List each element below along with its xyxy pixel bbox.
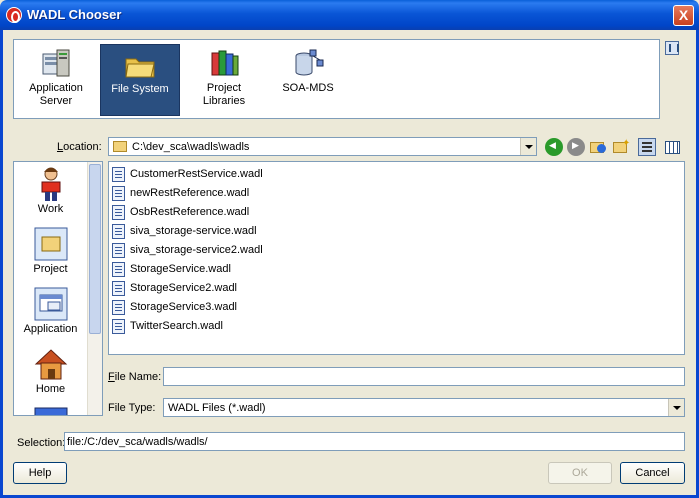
file-name: siva_storage-service2.wadl (130, 244, 263, 256)
panel-toggle-icon[interactable] (665, 41, 679, 55)
shortcut-more[interactable] (14, 406, 87, 415)
shortcut-application[interactable]: Application (14, 286, 87, 335)
file-name: CustomerRestService.wadl (130, 168, 263, 180)
wadl-file-icon (112, 186, 125, 201)
category-label: SOA-MDS (282, 82, 334, 94)
ok-button[interactable]: OK (548, 462, 612, 484)
category-label: Server (39, 95, 73, 107)
file-name: StorageService3.wadl (130, 301, 238, 313)
file-list: CustomerRestService.wadl newRestReferenc… (108, 161, 685, 355)
file-name: OsbRestReference.wadl (130, 206, 250, 218)
new-folder-icon[interactable]: ✦ (612, 138, 630, 156)
folder-icon (113, 141, 127, 152)
details-view-icon[interactable] (663, 138, 681, 156)
help-button[interactable]: Help (13, 462, 67, 484)
wadl-file-icon (112, 281, 125, 296)
database-network-icon (292, 48, 324, 80)
category-project-libraries[interactable]: Project Libraries (184, 44, 264, 116)
shortcuts-sidebar: Work Project Application Home (13, 161, 103, 416)
window-frame-left (0, 30, 3, 498)
chevron-down-icon[interactable] (668, 399, 684, 416)
title-bar[interactable]: WADL Chooser X (0, 0, 699, 30)
location-combo[interactable]: C:\dev_sca\wadls\wadls (108, 137, 537, 156)
category-soa-mds[interactable]: SOA-MDS (268, 44, 348, 116)
wadl-file-icon (112, 205, 125, 220)
app-logo-icon (6, 7, 22, 23)
folder-icon (34, 406, 68, 415)
shortcut-label: Application (23, 323, 78, 335)
category-label: Project (206, 82, 242, 94)
file-name: TwitterSearch.wadl (130, 320, 223, 332)
file-name-label-mnemonic: F (108, 371, 115, 383)
shortcuts-scrollbar[interactable] (87, 162, 102, 415)
person-icon (34, 166, 68, 201)
file-name: siva_storage-service.wadl (130, 225, 257, 237)
shortcut-work[interactable]: Work (14, 166, 87, 215)
file-type-label: File Type: (108, 402, 156, 414)
file-type-select[interactable]: WADL Files (*.wadl) (163, 398, 685, 417)
category-file-system[interactable]: File System (100, 44, 180, 116)
wadl-file-icon (112, 319, 125, 334)
home-icon (34, 346, 68, 380)
wadl-file-icon (112, 167, 125, 182)
scrollbar-thumb[interactable] (89, 164, 101, 334)
window-title: WADL Chooser (27, 7, 122, 22)
books-icon (208, 48, 240, 80)
location-label: Location: (57, 141, 102, 153)
application-window-icon (34, 286, 68, 321)
file-name-label: File Name: (108, 371, 161, 383)
file-name-label-text: ile Name: (114, 371, 162, 383)
location-label-text: ocation: (63, 141, 102, 153)
selection-field[interactable]: file:/C:/dev_sca/wadls/wadls/ (64, 432, 685, 451)
list-view-icon[interactable] (638, 138, 656, 156)
wadl-file-icon (112, 243, 125, 258)
shortcut-label: Work (37, 203, 64, 215)
location-value: C:\dev_sca\wadls\wadls (132, 141, 250, 153)
shortcut-home[interactable]: Home (14, 346, 87, 395)
file-type-value: WADL Files (*.wadl) (168, 402, 266, 414)
close-button[interactable]: X (673, 5, 694, 26)
file-name-input[interactable] (163, 367, 685, 386)
wadl-file-icon (112, 300, 125, 315)
shortcut-label: Home (35, 383, 66, 395)
wadl-file-icon (112, 262, 125, 277)
shortcut-project[interactable]: Project (14, 226, 87, 275)
category-label: Libraries (202, 95, 246, 107)
file-name: StorageService2.wadl (130, 282, 238, 294)
chevron-down-icon[interactable] (520, 138, 536, 155)
forward-icon[interactable] (567, 138, 585, 156)
up-folder-icon[interactable] (589, 138, 607, 156)
category-label: Application (29, 82, 83, 94)
shortcut-label: Project (33, 263, 68, 275)
category-label: File System (111, 83, 169, 95)
back-icon[interactable] (545, 138, 563, 156)
file-name: StorageService.wadl (130, 263, 231, 275)
selection-label: Selection: (17, 437, 66, 449)
project-folder-icon (34, 226, 68, 261)
cancel-button[interactable]: Cancel (620, 462, 685, 484)
folder-icon (124, 49, 156, 81)
wadl-file-icon (112, 224, 125, 239)
location-category-panel: Application Server File System Project L… (13, 39, 660, 119)
file-name: newRestReference.wadl (130, 187, 250, 199)
application-server-icon (40, 48, 72, 80)
selection-value: file:/C:/dev_sca/wadls/wadls/ (67, 436, 208, 448)
category-application-server[interactable]: Application Server (16, 44, 96, 116)
